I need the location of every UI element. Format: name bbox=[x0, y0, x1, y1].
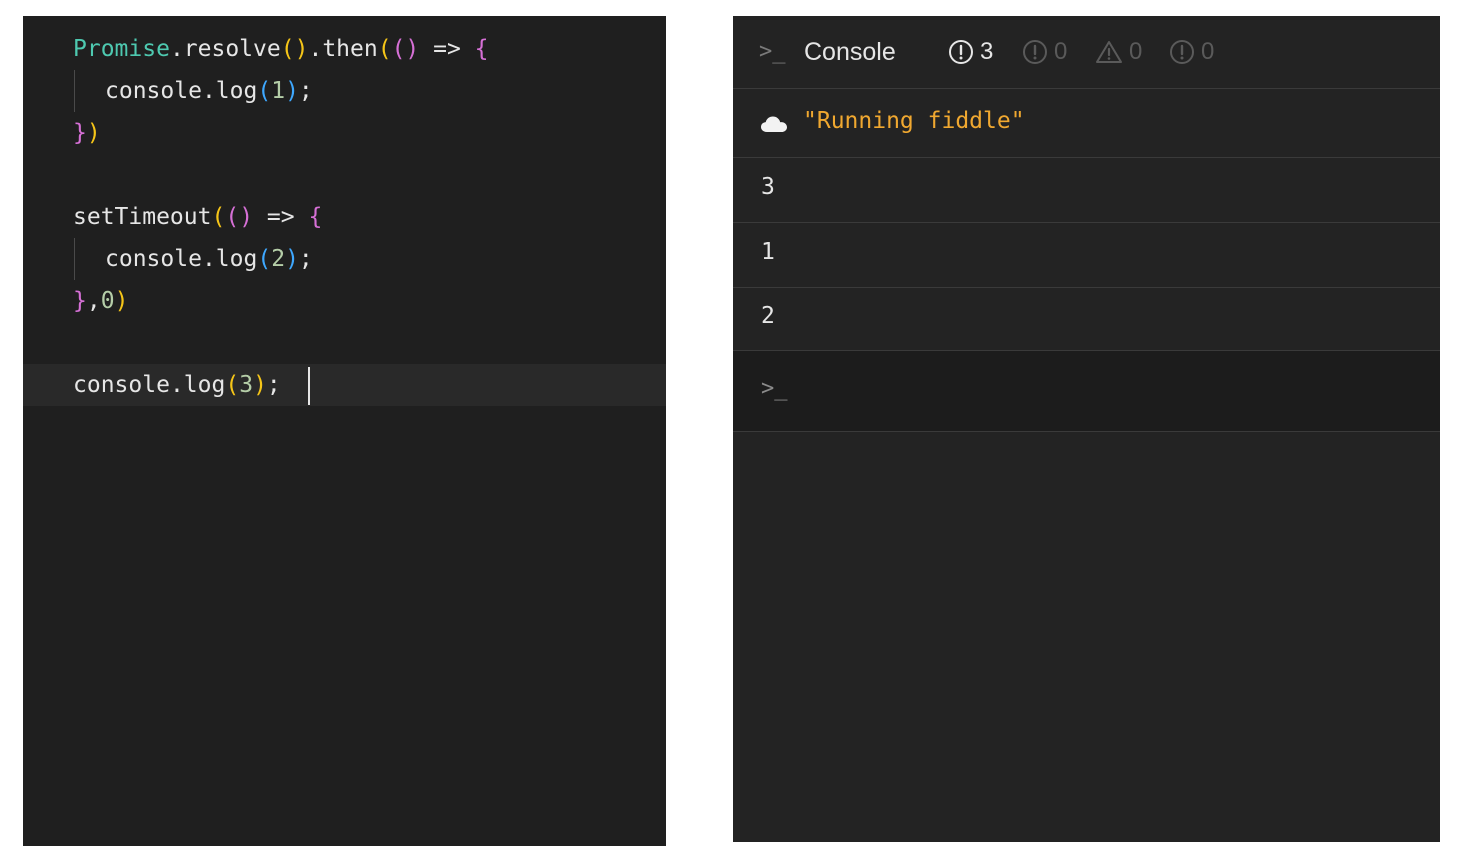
token-paren: ) bbox=[114, 288, 129, 314]
text-cursor bbox=[308, 367, 310, 405]
code-line-9[interactable]: console.log(3); bbox=[73, 364, 281, 406]
token-number: 3 bbox=[239, 372, 254, 398]
cloud-icon bbox=[761, 116, 787, 132]
token-arrow: => bbox=[253, 204, 309, 230]
console-entry: 3 bbox=[733, 158, 1440, 223]
console-entry: 2 bbox=[733, 287, 1440, 351]
warning-count-badge[interactable]: 0 bbox=[1095, 38, 1142, 66]
token-brace: } bbox=[73, 120, 87, 146]
token-number: 1 bbox=[271, 78, 286, 104]
token-function: setTimeout bbox=[73, 204, 212, 230]
token-method: resolve bbox=[183, 36, 281, 62]
console-title: Console bbox=[804, 38, 896, 66]
console-input[interactable]: >_ bbox=[733, 351, 1440, 432]
code-line-2[interactable]: console.log(1); bbox=[105, 70, 313, 112]
token-paren: ) bbox=[285, 246, 299, 272]
info-count-badge[interactable]: 0 bbox=[1022, 38, 1067, 66]
console-entry-text: "Running fiddle" bbox=[803, 108, 1025, 134]
token-paren: ( bbox=[391, 36, 406, 62]
log-count-badge[interactable]: 3 bbox=[948, 38, 993, 66]
token-method: log bbox=[183, 372, 226, 398]
token-number: 0 bbox=[100, 288, 115, 314]
token-paren: ( bbox=[225, 372, 240, 398]
token-semicolon: ; bbox=[298, 78, 313, 104]
token-method: log bbox=[215, 78, 258, 104]
console-entry-text: 1 bbox=[761, 239, 775, 265]
error-count-badge[interactable]: 0 bbox=[1169, 38, 1214, 66]
code-editor[interactable]: Promise.resolve().then(() => { console.l… bbox=[23, 16, 666, 846]
token-number: 2 bbox=[271, 246, 286, 272]
indent-guide bbox=[74, 238, 75, 280]
error-count: 0 bbox=[1201, 38, 1215, 65]
token-paren: ) bbox=[239, 204, 254, 230]
token-semicolon: ; bbox=[266, 372, 281, 398]
error-circle-icon bbox=[1170, 40, 1194, 64]
token-brace: { bbox=[308, 204, 323, 230]
info-count: 0 bbox=[1054, 38, 1068, 65]
token-identifier: console bbox=[105, 246, 202, 272]
token-semicolon: ; bbox=[298, 246, 313, 272]
token-paren: ) bbox=[405, 36, 420, 62]
indent-guide bbox=[74, 70, 75, 112]
token-paren: ( bbox=[377, 36, 392, 62]
console-header: >_ Console 3 0 0 0 bbox=[733, 16, 1440, 89]
token-arrow: => bbox=[419, 36, 475, 62]
code-line-6[interactable]: console.log(2); bbox=[105, 238, 313, 280]
token-dot: . bbox=[308, 36, 323, 62]
warning-count: 0 bbox=[1129, 38, 1143, 65]
console-entry: 1 bbox=[733, 223, 1440, 288]
token-dot: . bbox=[201, 246, 216, 272]
info-circle-icon bbox=[1023, 40, 1047, 64]
token-dot: . bbox=[201, 78, 216, 104]
console-entry-text: 2 bbox=[761, 303, 775, 329]
warning-triangle-icon bbox=[1096, 41, 1122, 63]
console-entry-text: 3 bbox=[761, 174, 775, 200]
token-paren: ) bbox=[285, 78, 299, 104]
token-paren: ( bbox=[257, 78, 272, 104]
code-line-5[interactable]: setTimeout(() => { bbox=[73, 196, 322, 238]
token-brace: } bbox=[73, 288, 87, 314]
code-line-1[interactable]: Promise.resolve().then(() => { bbox=[73, 28, 489, 70]
token-brace: { bbox=[474, 36, 489, 62]
token-method: log bbox=[215, 246, 258, 272]
console-entry-info: "Running fiddle" bbox=[733, 89, 1440, 158]
token-paren: ( bbox=[211, 204, 226, 230]
token-class: Promise bbox=[73, 36, 170, 62]
code-line-3[interactable]: }) bbox=[73, 112, 101, 154]
code-line-7[interactable]: },0) bbox=[73, 280, 128, 322]
terminal-icon: >_ bbox=[759, 39, 786, 64]
token-identifier: console bbox=[105, 78, 202, 104]
token-comma: , bbox=[86, 288, 101, 314]
token-dot: . bbox=[169, 372, 184, 398]
token-paren: ( bbox=[257, 246, 272, 272]
token-method: then bbox=[322, 36, 378, 62]
log-count: 3 bbox=[980, 38, 994, 65]
info-circle-icon bbox=[949, 40, 973, 64]
token-paren: ) bbox=[86, 120, 101, 146]
token-paren: ) bbox=[294, 36, 309, 62]
token-paren: ( bbox=[280, 36, 295, 62]
console-panel: >_ Console 3 0 0 0 "Running fiddle" 3 1 … bbox=[733, 16, 1440, 842]
token-identifier: console bbox=[73, 372, 170, 398]
token-dot: . bbox=[169, 36, 184, 62]
token-paren: ( bbox=[225, 204, 240, 230]
console-input-prompt: >_ bbox=[761, 376, 788, 401]
token-paren: ) bbox=[253, 372, 267, 398]
